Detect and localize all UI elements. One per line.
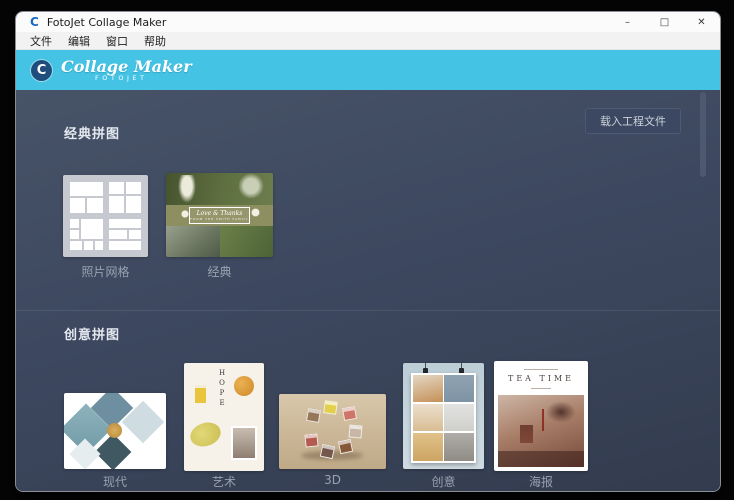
art-shape: [338, 439, 353, 454]
minimize-button[interactable]: –: [609, 12, 646, 32]
section-divider: [16, 310, 720, 311]
label-photo-grid: 照片网格: [63, 263, 148, 280]
menu-bar: 文件 编辑 窗口 帮助: [16, 32, 720, 50]
art-shape: [195, 385, 206, 403]
art-shape: [411, 373, 476, 463]
art-shape: [320, 444, 335, 459]
menu-help[interactable]: 帮助: [136, 33, 174, 49]
classic-caption-box: Love & Thanks FROM THE SMITH FAMILY: [189, 207, 250, 224]
art-shape: [304, 433, 318, 447]
art-shape: [524, 369, 558, 370]
classic-caption: Love & Thanks: [197, 210, 243, 217]
art-shape: [348, 424, 362, 438]
template-poster[interactable]: TEA TIME: [494, 361, 588, 471]
maximize-button[interactable]: □: [646, 12, 683, 32]
menu-window[interactable]: 窗口: [98, 33, 136, 49]
brand-subname: FOTOJET: [95, 75, 192, 82]
load-project-button[interactable]: 载入工程文件: [585, 108, 681, 134]
art-shape: [234, 376, 254, 396]
label-3d: 3D: [279, 473, 386, 487]
template-3d[interactable]: [279, 394, 386, 469]
art-shape: [187, 419, 224, 450]
art-shape: [342, 406, 357, 421]
fotojet-logo-icon: C: [31, 60, 52, 81]
section-title-creative: 创意拼图: [64, 324, 120, 343]
brand-name: Collage Maker: [61, 58, 192, 75]
app-logo-icon: C: [30, 16, 39, 28]
brand-header: C Collage Maker FOTOJET: [16, 50, 720, 90]
art-shape: [306, 408, 321, 423]
template-creative[interactable]: [403, 363, 484, 469]
label-classic: 经典: [166, 263, 273, 280]
section-title-classic: 经典拼图: [64, 123, 120, 142]
window-controls: – □ ✕: [609, 12, 720, 32]
label-creative: 创意: [403, 473, 484, 490]
scrollbar-thumb[interactable]: [700, 92, 706, 177]
art-shape: [231, 426, 257, 460]
label-modern: 现代: [64, 473, 166, 490]
art-shape: [498, 395, 584, 467]
menu-edit[interactable]: 编辑: [60, 33, 98, 49]
window-title: FotoJet Collage Maker: [47, 16, 609, 29]
app-window: C FotoJet Collage Maker – □ ✕ 文件 编辑 窗口 帮…: [15, 11, 721, 492]
poster-caption: TEA TIME: [494, 374, 588, 383]
label-art: 艺术: [184, 473, 264, 490]
title-bar: C FotoJet Collage Maker – □ ✕: [16, 12, 720, 32]
template-art[interactable]: HOPE: [184, 363, 264, 471]
brand-text: Collage Maker FOTOJET: [61, 58, 192, 82]
template-photo-grid[interactable]: [63, 175, 148, 257]
menu-file[interactable]: 文件: [22, 33, 60, 49]
classic-subcaption: FROM THE SMITH FAMILY: [190, 217, 248, 221]
art-shape: [107, 423, 122, 438]
art-shape: [531, 388, 551, 389]
art-caption: HOPE: [218, 369, 226, 417]
art-shape: [323, 400, 338, 415]
template-classic[interactable]: Love & Thanks FROM THE SMITH FAMILY: [166, 173, 273, 257]
template-modern[interactable]: [64, 393, 166, 469]
close-button[interactable]: ✕: [683, 12, 720, 32]
label-poster: 海报: [494, 473, 588, 490]
main-content: 载入工程文件 经典拼图 Love & Thanks FROM THE SMITH…: [16, 90, 720, 492]
